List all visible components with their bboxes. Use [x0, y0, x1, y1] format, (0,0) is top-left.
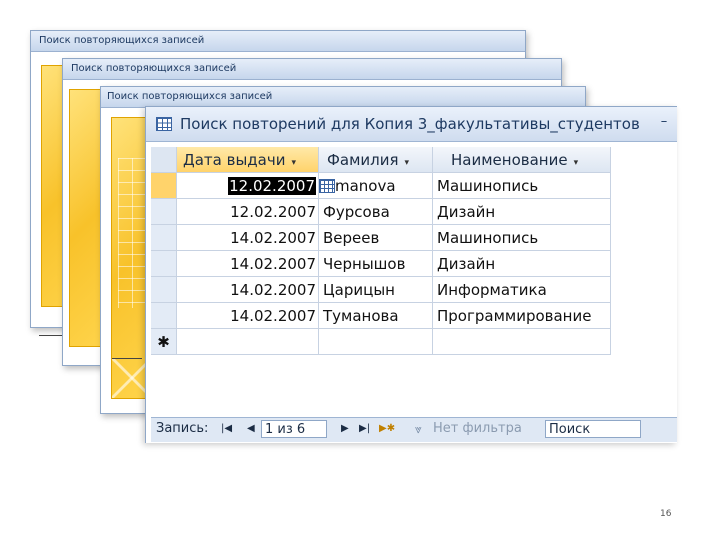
surname-cell[interactable]: manova — [319, 173, 433, 199]
filter-status[interactable]: Нет фильтра — [433, 418, 522, 440]
chevron-down-icon[interactable]: ▾ — [405, 158, 410, 168]
record-selector[interactable] — [151, 303, 177, 329]
date-cell[interactable]: 14.02.2007 — [177, 277, 319, 303]
datasheet-grid: Дата выдачи ▾ Фамилия ▾ Наименование ▾ 12.0… — [151, 147, 611, 355]
datasheet-window: Поиск повторений для Копия 3_факультатив… — [145, 106, 677, 443]
filter-icon: ⩔ — [415, 422, 422, 436]
date-cell[interactable] — [177, 329, 319, 355]
column-header-date[interactable]: Дата выдачи ▾ — [177, 147, 319, 173]
table-row[interactable]: 12.02.2007 manova Машинопись — [151, 173, 611, 199]
selected-value: 12.02.2007 — [228, 177, 316, 195]
prev-record-icon[interactable]: ◀ — [247, 418, 255, 440]
table-icon — [156, 117, 172, 131]
first-record-icon[interactable]: |◀ — [221, 418, 232, 440]
date-cell[interactable]: 14.02.2007 — [177, 225, 319, 251]
surname-cell[interactable]: Вереев — [319, 225, 433, 251]
record-selector[interactable] — [151, 173, 177, 199]
surname-cell[interactable]: Фурсова — [319, 199, 433, 225]
surname-cell[interactable]: Царицын — [319, 277, 433, 303]
table-row[interactable]: 14.02.2007 Чернышов Дизайн — [151, 251, 611, 277]
wizard-grid-pattern — [118, 158, 146, 308]
header-row: Дата выдачи ▾ Фамилия ▾ Наименование ▾ — [151, 147, 611, 173]
minimize-button[interactable]: – — [657, 115, 671, 131]
name-cell[interactable]: Машинопись — [433, 225, 611, 251]
record-selector[interactable] — [151, 225, 177, 251]
date-cell[interactable]: 12.02.2007 — [177, 199, 319, 225]
chevron-down-icon[interactable]: ▾ — [291, 158, 296, 168]
datasheet-titlebar: Поиск повторений для Копия 3_факультатив… — [146, 107, 677, 142]
surname-cell[interactable]: Чернышов — [319, 251, 433, 277]
column-header-label: Фамилия — [327, 151, 399, 169]
surname-cell[interactable] — [319, 329, 433, 355]
record-label: Запись: — [156, 421, 209, 436]
window-title: Поиск повторяющихся записей — [31, 31, 525, 52]
column-header-name[interactable]: Наименование ▾ — [433, 147, 611, 173]
name-cell[interactable]: Машинопись — [433, 173, 611, 199]
record-selector[interactable] — [151, 277, 177, 303]
table-row[interactable]: 14.02.2007 Туманова Программирование — [151, 303, 611, 329]
window-title: Поиск повторяющихся записей — [101, 87, 585, 108]
select-all-cell[interactable] — [151, 147, 177, 173]
slide-number: 16 — [660, 509, 672, 519]
record-position-field[interactable]: 1 из 6 — [261, 420, 327, 438]
surname-value: manova — [335, 177, 396, 195]
date-cell[interactable]: 12.02.2007 — [177, 173, 319, 199]
record-selector[interactable] — [151, 251, 177, 277]
column-header-surname[interactable]: Фамилия ▾ — [319, 147, 433, 173]
table-row[interactable]: 12.02.2007 Фурсова Дизайн — [151, 199, 611, 225]
table-row[interactable]: 14.02.2007 Царицын Информатика — [151, 277, 611, 303]
record-navigation-bar: Запись: |◀ ◀ 1 из 6 ▶ ▶| ▶✱ ⩔ Нет фильтр… — [151, 417, 677, 442]
date-cell[interactable]: 14.02.2007 — [177, 251, 319, 277]
column-header-label: Дата выдачи — [183, 151, 286, 169]
search-input[interactable]: Поиск — [545, 420, 641, 438]
name-cell[interactable]: Дизайн — [433, 199, 611, 225]
calendar-icon[interactable] — [319, 179, 335, 193]
datasheet-title: Поиск повторений для Копия 3_факультатив… — [180, 115, 640, 133]
column-header-label: Наименование — [451, 151, 568, 169]
next-record-icon[interactable]: ▶ — [341, 418, 349, 440]
surname-cell[interactable]: Туманова — [319, 303, 433, 329]
chevron-down-icon[interactable]: ▾ — [574, 158, 579, 168]
divider — [112, 358, 142, 359]
name-cell[interactable]: Программирование — [433, 303, 611, 329]
name-cell[interactable]: Информатика — [433, 277, 611, 303]
new-record-nav-icon[interactable]: ▶✱ — [379, 418, 395, 440]
window-title: Поиск повторяющихся записей — [63, 59, 561, 80]
new-record-icon[interactable]: ✱ — [151, 329, 177, 355]
table-row[interactable]: 14.02.2007 Вереев Машинопись — [151, 225, 611, 251]
new-record-row[interactable]: ✱ — [151, 329, 611, 355]
name-cell[interactable] — [433, 329, 611, 355]
record-selector[interactable] — [151, 199, 177, 225]
date-cell[interactable]: 14.02.2007 — [177, 303, 319, 329]
name-cell[interactable]: Дизайн — [433, 251, 611, 277]
last-record-icon[interactable]: ▶| — [359, 418, 370, 440]
